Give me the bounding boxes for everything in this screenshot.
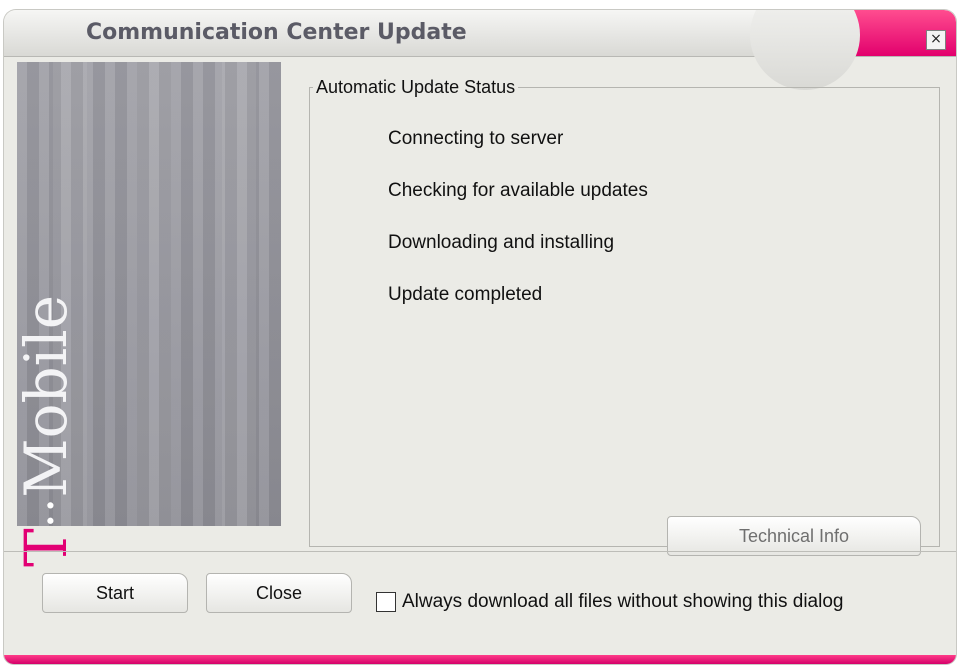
brand-banner: T··Mobile bbox=[12, 62, 281, 567]
footer-divider bbox=[4, 551, 956, 552]
update-status-group: Automatic Update Status Connecting to se… bbox=[309, 77, 940, 556]
step-downloading: Downloading and installing bbox=[388, 232, 615, 253]
brand-dots: ·· bbox=[22, 497, 79, 529]
banner-stripe bbox=[222, 62, 256, 526]
always-download-label[interactable]: Always download all files without showin… bbox=[402, 591, 843, 613]
bottom-accent-bar bbox=[4, 655, 956, 664]
brand-logo: T··Mobile bbox=[12, 187, 82, 567]
status-group-legend: Automatic Update Status bbox=[316, 77, 516, 97]
always-download-checkbox[interactable] bbox=[376, 592, 396, 612]
title-bar[interactable]: Communication Center Update × bbox=[4, 10, 956, 90]
step-connecting: Connecting to server bbox=[388, 128, 564, 149]
technical-info-button[interactable]: Technical Info bbox=[667, 516, 921, 556]
banner-stripe bbox=[137, 62, 171, 526]
step-completed: Update completed bbox=[388, 284, 543, 305]
update-dialog: Communication Center Update × T··Mobile … bbox=[4, 10, 956, 664]
brand-t: T bbox=[12, 528, 80, 567]
close-icon[interactable]: × bbox=[926, 30, 946, 50]
window-title: Communication Center Update bbox=[86, 20, 467, 45]
start-button[interactable]: Start bbox=[42, 573, 188, 613]
brand-name: Mobile bbox=[12, 294, 80, 498]
always-download-option[interactable]: Always download all files without showin… bbox=[376, 591, 843, 613]
step-checking: Checking for available updates bbox=[388, 180, 648, 201]
close-button[interactable]: Close bbox=[206, 573, 352, 613]
